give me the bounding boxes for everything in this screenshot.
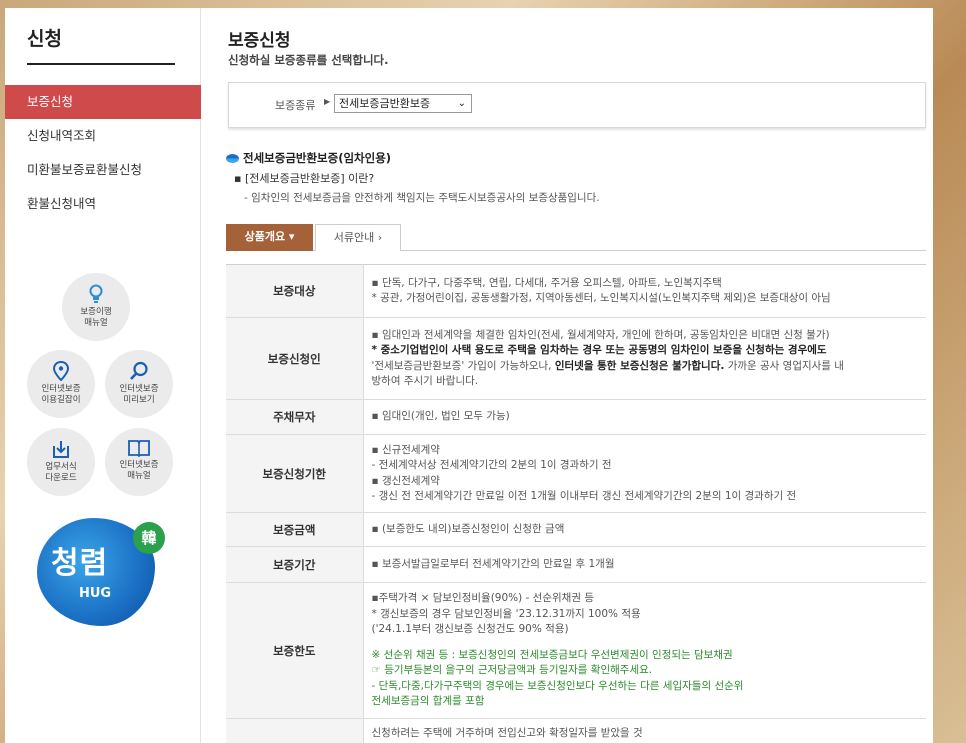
sidebar-item-application-history[interactable]: 신청내역조회: [5, 119, 201, 153]
table-row: 보증한도 ▪주택가격 × 담보인정비율(90%) - 선순위채권 등 * 갱신보…: [226, 582, 926, 719]
row-line: - 갱신 전 전세계약기간 만료일 이전 1개월 이내부터 갱신 전세계약기간의…: [371, 490, 797, 502]
row-line: - 전세계약서상 전세계약기간의 2분의 1이 경과하기 전: [371, 459, 612, 471]
page-title: 보증신청: [228, 31, 291, 51]
row-content: ▪ 단독, 다가구, 다중주택, 연립, 다세대, 주거용 오피스텔, 아파트,…: [363, 264, 926, 318]
product-tabs: 상품개요 ▾ 서류안내 ›: [226, 224, 926, 251]
product-description: - 임차인의 전세보증금을 안전하게 책임지는 주택도시보증공사의 보증상품입니…: [244, 192, 600, 204]
row-content: ▪ 신규전세계약 - 전세계약서상 전세계약기간의 2분의 1이 경과하기 전 …: [363, 434, 926, 513]
quick-link-label: 인터넷보증: [119, 460, 159, 470]
product-overview-table: 보증대상 ▪ 단독, 다가구, 다중주택, 연립, 다세대, 주거용 오피스텔,…: [226, 264, 926, 743]
quick-link-label: 인터넷보증: [119, 384, 159, 394]
row-line: * 공관, 가정어린이집, 공동생활가정, 지역아동센터, 노인복지시설(노인복…: [371, 292, 831, 304]
quick-link-internet-preview[interactable]: 인터넷보증 미리보기: [105, 350, 173, 418]
row-content: ▪ 보증서발급일로부터 전세계약기간의 만료일 후 1개월: [363, 546, 926, 583]
row-line-note: - 단독,다중,다가구주택의 경우에는 보증신청인보다 우선하는 다른 세입자들…: [371, 679, 744, 692]
sidebar: 신청 보증신청 신청내역조회 미환불보증료환불신청 환불신청내역 보증이행 매뉴…: [5, 8, 201, 743]
row-content: 신청하려는 주택에 거주하며 전입신고와 확정일자를 받았을 것: [363, 718, 926, 743]
row-line: ▪ (보증한도 내의)보증신청인이 신청한 금액: [371, 522, 565, 535]
product-heading-text: 전세보증금반환보증(임차인용): [243, 151, 392, 165]
sidebar-title: 신청: [27, 28, 62, 50]
guarantee-type-select[interactable]: 전세보증금반환보증 ⌄: [334, 94, 472, 113]
row-line: ('24.1.1부터 갱신보증 신청건도 90% 적용): [371, 623, 569, 636]
logo-badge: 韓: [133, 522, 165, 554]
quick-link-label: 다운로드: [45, 473, 77, 483]
row-line: ▪주택가격 × 담보인정비율(90%) - 선순위채권 등: [371, 592, 594, 605]
quick-link-label: 업무서식: [45, 462, 77, 472]
hug-bullet-icon: [226, 154, 239, 163]
row-line: ▪ 임대인과 전세계약을 체결한 임차인(전세, 월세계약자, 개인에 한하며,…: [371, 328, 830, 341]
row-line: ▪ 보증서발급일로부터 전세계약기간의 만료일 후 1개월: [371, 557, 615, 570]
row-line: ▪ 갱신전세계약: [371, 474, 440, 487]
triangle-right-icon: ▶: [324, 97, 331, 106]
guarantee-type-value: 전세보증금반환보증: [339, 97, 431, 110]
row-header: 보증신청기한: [226, 434, 364, 513]
logo-script: 청렴: [51, 546, 109, 581]
integrity-hug-logo: 청렴 HUG 韓: [37, 518, 171, 628]
row-line: ▪ 신규전세계약: [371, 443, 440, 456]
table-row: 주채무자 ▪ 임대인(개인, 법인 모두 가능): [226, 399, 926, 435]
quick-link-label: 인터넷보증: [41, 384, 81, 394]
row-line: ▪ 임대인(개인, 법인 모두 가능): [371, 410, 510, 423]
guarantee-type-panel: 보증종류 ▶ 전세보증금반환보증 ⌄: [228, 82, 926, 128]
book-icon: [128, 440, 150, 457]
quick-link-label: 매뉴얼: [127, 471, 151, 481]
product-question: ▪ [전세보증금반환보증] 이란?: [234, 172, 375, 185]
sidebar-menu: 보증신청 신청내역조회 미환불보증료환불신청 환불신청내역: [5, 85, 201, 221]
row-content: ▪ 임대인과 전세계약을 체결한 임차인(전세, 월세계약자, 개인에 한하며,…: [363, 317, 926, 400]
row-header: 보증금액: [226, 512, 364, 547]
quick-link-label: 매뉴얼: [84, 318, 108, 328]
magnifier-icon: [130, 361, 148, 380]
row-line: ▪ 단독, 다가구, 다중주택, 연립, 다세대, 주거용 오피스텔, 아파트,…: [371, 276, 722, 289]
row-line: 신청하려는 주택에 거주하며 전입신고와 확정일자를 받았을 것: [371, 726, 643, 739]
row-content: ▪ (보증한도 내의)보증신청인이 신청한 금액: [363, 512, 926, 547]
row-line: 방하여 주시기 바랍니다.: [371, 375, 479, 387]
table-row: 보증대상 ▪ 단독, 다가구, 다중주택, 연립, 다세대, 주거용 오피스텔,…: [226, 264, 926, 318]
quick-link-guarantee-manual[interactable]: 보증이행 매뉴얼: [62, 273, 130, 341]
row-line-part: '전세보증금반환보증' 가입이 가능하오나,: [371, 359, 555, 372]
row-line-bold: * 중소기업법인이 사택 용도로 주택을 임차하는 경우 또는 공동명의 임차인…: [371, 344, 827, 356]
tab-document-guide[interactable]: 서류안내 ›: [315, 224, 401, 251]
table-row: 보증신청기한 ▪ 신규전세계약 - 전세계약서상 전세계약기간의 2분의 1이 …: [226, 434, 926, 513]
sidebar-item-guarantee-apply[interactable]: 보증신청: [5, 85, 201, 119]
main-content: 보증신청 신청하실 보증종류를 선택합니다. 보증종류 ▶ 전세보증금반환보증 …: [226, 8, 926, 743]
table-row: 신청하려는 주택에 거주하며 전입신고와 확정일자를 받았을 것: [226, 718, 926, 743]
row-content: ▪주택가격 × 담보인정비율(90%) - 선순위채권 등 * 갱신보증의 경우…: [363, 582, 926, 719]
sidebar-title-divider: [27, 63, 175, 65]
quick-link-internet-guide[interactable]: 인터넷보증 이용길잡이: [27, 350, 95, 418]
product-question-text: [전세보증금반환보증] 이란?: [244, 172, 375, 185]
row-line-bold-part: 인터넷을 통한 보증신청은 불가합니다.: [554, 359, 725, 372]
sidebar-item-refund-apply[interactable]: 미환불보증료환불신청: [5, 153, 201, 187]
table-row: 보증기간 ▪ 보증서발급일로부터 전세계약기간의 만료일 후 1개월: [226, 546, 926, 583]
lightbulb-icon: [89, 284, 103, 303]
quick-link-internet-manual[interactable]: 인터넷보증 매뉴얼: [105, 428, 173, 496]
product-heading: 전세보증금반환보증(임차인용): [226, 150, 391, 166]
row-line-note: ☞ 등기부등본의 을구의 근저당금액과 등기일자를 확인해주세요.: [371, 664, 653, 677]
quick-link-label: 이용길잡이: [41, 395, 81, 405]
row-header: 보증한도: [226, 582, 364, 719]
chevron-down-icon: ⌄: [457, 98, 466, 109]
guarantee-type-label: 보증종류: [275, 99, 316, 112]
sidebar-item-refund-history[interactable]: 환불신청내역: [5, 187, 201, 221]
row-header: [226, 718, 364, 743]
quick-link-form-download[interactable]: 업무서식 다운로드: [27, 428, 95, 496]
quick-link-label: 보증이행: [80, 307, 112, 317]
row-line-part: 가까운 공사 영업지사를 내: [724, 359, 844, 372]
row-header: 주채무자: [226, 399, 364, 435]
download-icon: [53, 441, 69, 458]
row-line-note: ※ 선순위 채권 등 : 보증신청인의 전세보증금보다 우선변제권이 인정되는 …: [371, 648, 733, 661]
row-header: 보증신청인: [226, 317, 364, 400]
row-header: 보증대상: [226, 264, 364, 318]
row-header: 보증기간: [226, 546, 364, 583]
table-row: 보증금액 ▪ (보증한도 내의)보증신청인이 신청한 금액: [226, 512, 926, 547]
tab-product-overview[interactable]: 상품개요 ▾: [226, 224, 313, 251]
logo-text: HUG: [79, 586, 112, 601]
row-line: * 갱신보증의 경우 담보인정비율 '23.12.31까지 100% 적용: [371, 607, 641, 620]
quick-link-label: 미리보기: [123, 395, 155, 405]
map-pin-icon: [53, 361, 69, 381]
row-line-note: 전세보증금의 합계를 포함: [371, 695, 485, 708]
page-subtitle: 신청하실 보증종류를 선택합니다.: [228, 53, 389, 67]
table-row: 보증신청인 ▪ 임대인과 전세계약을 체결한 임차인(전세, 월세계약자, 개인…: [226, 317, 926, 400]
row-content: ▪ 임대인(개인, 법인 모두 가능): [363, 399, 926, 435]
page-frame: 신청 보증신청 신청내역조회 미환불보증료환불신청 환불신청내역 보증이행 매뉴…: [5, 8, 933, 743]
